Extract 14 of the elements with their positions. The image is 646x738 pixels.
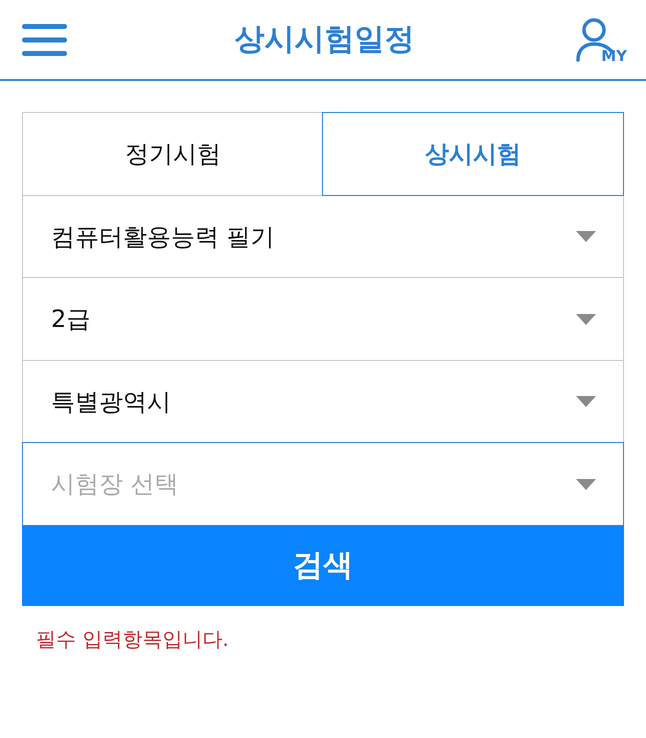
page-title: 상시시험일정 xyxy=(234,22,414,58)
error-message: 필수 입력항목입니다. xyxy=(36,626,230,652)
dropdown-field[interactable]: 특별광역시 xyxy=(22,360,624,444)
caret-icon xyxy=(576,314,596,324)
tab[interactable]: 상시시험 xyxy=(322,112,624,196)
menu-icon xyxy=(22,24,67,56)
menu-button[interactable] xyxy=(22,24,67,56)
caret-icon xyxy=(576,478,596,490)
search-button[interactable]: 검색 xyxy=(22,524,624,606)
caret-icon xyxy=(576,231,596,242)
caret-icon xyxy=(576,396,596,407)
dropdown-field[interactable]: 2급 xyxy=(22,277,624,361)
dropdown-field[interactable]: 컴퓨터활용능력 필기 xyxy=(22,194,624,278)
tab[interactable]: 정기시험 xyxy=(22,112,324,196)
